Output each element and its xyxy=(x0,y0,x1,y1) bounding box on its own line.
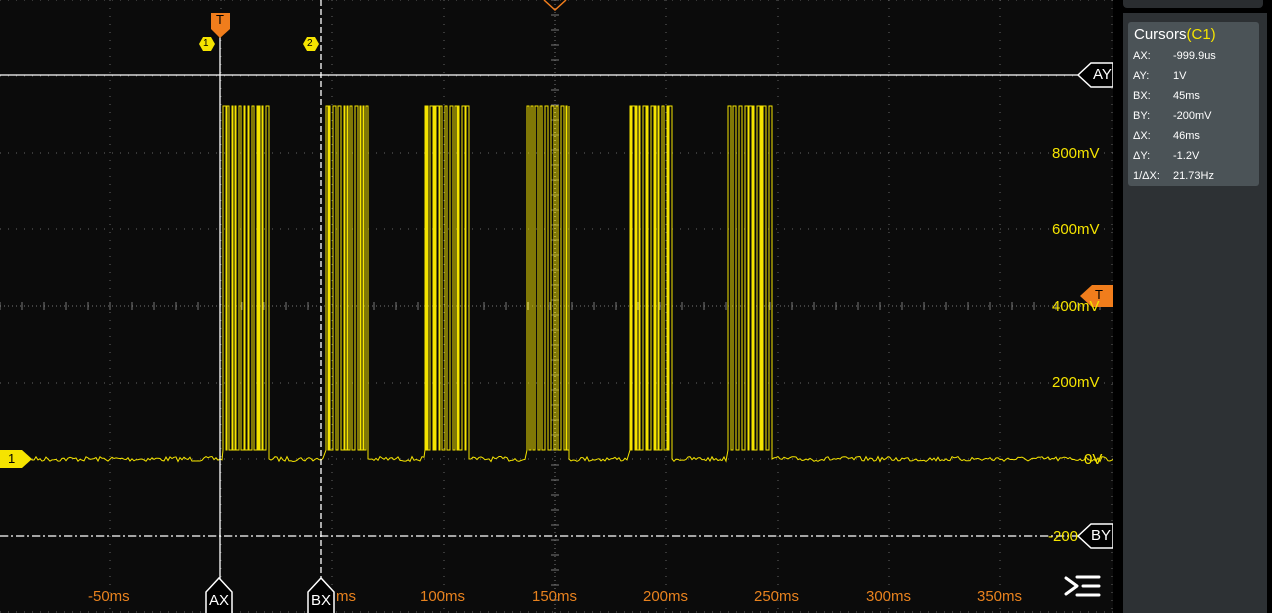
channel-1-marker-label[interactable]: 1 xyxy=(8,451,15,466)
cursor-title-text: Cursors xyxy=(1134,26,1187,43)
y-label-200mv: 200mV xyxy=(1052,374,1100,391)
y-label-600mv: 600mV xyxy=(1052,221,1100,238)
cursor-row-ay: AY: 1V xyxy=(1133,70,1186,82)
cursor-row-bx: BX: 45ms xyxy=(1133,90,1200,102)
cursor-row-value: -1.2V xyxy=(1173,150,1200,162)
waveform-svg xyxy=(0,0,1113,613)
cursor-row-key: AX: xyxy=(1133,50,1151,62)
cursor-row-dx: ΔX: 46ms xyxy=(1133,130,1200,142)
x-label-minus-50ms: -50ms xyxy=(88,588,130,605)
menu-icon[interactable] xyxy=(1063,572,1103,607)
y-label-0v: 0V xyxy=(1084,451,1103,468)
cursor-row-value: 21.73Hz xyxy=(1173,170,1214,182)
cursor-row-value: 1V xyxy=(1173,70,1187,82)
cursor-ax-label[interactable]: AX xyxy=(209,592,229,609)
cursor-row-key: ΔY: xyxy=(1133,150,1151,162)
cursor-row-key: BY: xyxy=(1133,110,1151,122)
y-label-minus-200: -200 xyxy=(1048,528,1079,545)
cursor-channel: (C1) xyxy=(1186,26,1216,43)
cursor-row-key: 1/ΔX: xyxy=(1133,170,1160,182)
trigger-time-marker-label[interactable]: T xyxy=(216,12,224,27)
cursor-row-key: ΔX: xyxy=(1133,130,1151,142)
cursor-row-value: 45ms xyxy=(1173,90,1200,102)
x-label-200ms: 200ms xyxy=(643,588,689,605)
x-label-50ms: ms xyxy=(336,588,356,605)
x-label-150ms: 150ms xyxy=(532,588,578,605)
panel-top-strip xyxy=(1123,0,1263,8)
cursor-2-number: 2 xyxy=(307,38,313,49)
channel-1-waveform xyxy=(0,105,1113,463)
cursor-row-key: AY: xyxy=(1133,70,1150,82)
cursor-1-number: 1 xyxy=(203,38,209,49)
cursor-bx-label[interactable]: BX xyxy=(311,592,331,609)
trigger-level-marker-label[interactable]: T xyxy=(1095,287,1103,302)
cursor-row-ax: AX: -999.9us xyxy=(1133,50,1216,62)
x-label-300ms: 300ms xyxy=(866,588,912,605)
cursor-row-value: 46ms xyxy=(1173,130,1200,142)
cursor-row-value: -999.9us xyxy=(1173,50,1216,62)
y-label-800mv: 800mV xyxy=(1052,145,1100,162)
cursor-row-value: -200mV xyxy=(1173,110,1212,122)
y-label-400mv: 400mV xyxy=(1052,298,1100,315)
cursor-row-key: BX: xyxy=(1133,90,1151,102)
waveform-display[interactable]: 800mV 600mV 400mV 200mV 0V -200 -50ms ms… xyxy=(0,0,1113,613)
cursor-panel-title[interactable]: Cursors(C1) xyxy=(1134,26,1216,43)
x-label-250ms: 250ms xyxy=(754,588,800,605)
cursor-row-dy: ΔY: -1.2V xyxy=(1133,150,1199,162)
cursor-row-inv-dx: 1/ΔX: 21.73Hz xyxy=(1133,170,1214,182)
cursor-by-label[interactable]: BY xyxy=(1091,527,1111,544)
cursor-ay-label[interactable]: AY xyxy=(1093,66,1112,83)
x-label-100ms: 100ms xyxy=(420,588,466,605)
side-panel: Cursors(C1) AX: -999.9us AY: 1V BX: 45ms BY… xyxy=(1113,0,1272,613)
channel-1-marker xyxy=(0,450,32,468)
channel-1-trace xyxy=(0,105,1113,463)
cursor-row-by: BY: -200mV xyxy=(1133,110,1212,122)
x-label-350ms: 350ms xyxy=(977,588,1023,605)
